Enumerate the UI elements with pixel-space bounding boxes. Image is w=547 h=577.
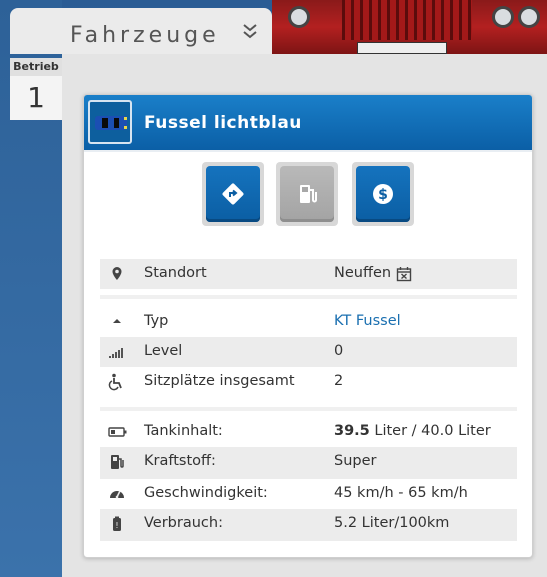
fuel-type-value: Super (334, 453, 377, 469)
fuel-type-label: Kraftstoff: (144, 453, 216, 469)
consumption-value: 5.2 Liter/100km (334, 515, 450, 531)
tank-current: 39.5 (334, 423, 370, 439)
type-row: Typ KT Fussel (100, 307, 517, 337)
fuel-can-icon: ! (108, 515, 126, 533)
divider (100, 407, 517, 411)
vehicle-name: Fussel lichtblau (144, 113, 302, 133)
section-title: Fahrzeuge (70, 23, 220, 48)
car-top-view-icon (88, 100, 132, 144)
seats-label: Sitzplätze insgesamt (144, 373, 295, 389)
speed-value: 45 km/h - 65 km/h (334, 485, 468, 501)
speed-row: Geschwindigkeit: 45 km/h - 65 km/h (100, 479, 517, 509)
level-label: Level (144, 343, 183, 359)
location-label: Standort (144, 265, 207, 281)
consumption-label: Verbrauch: (144, 515, 223, 531)
caret-up-icon (108, 313, 126, 331)
divider (100, 295, 517, 299)
speedometer-icon (108, 485, 126, 503)
location-row: Standort Neuffen (100, 259, 517, 289)
tank-value: 39.5 Liter / 40.0 Liter (334, 423, 491, 439)
svg-text:$: $ (378, 187, 388, 203)
sidebar-number[interactable]: 1 (10, 76, 62, 120)
route-button[interactable] (202, 162, 264, 226)
vehicle-photo (272, 0, 547, 54)
level-row: Level 0 (100, 337, 517, 367)
calendar-x-icon[interactable] (396, 266, 412, 286)
level-value: 0 (334, 343, 344, 359)
card-header: Fussel lichtblau (84, 95, 532, 152)
double-chevron-down-icon[interactable] (242, 22, 258, 45)
speed-label: Geschwindigkeit: (144, 485, 268, 501)
tank-label: Tankinhalt: (144, 423, 223, 439)
seats-value: 2 (334, 373, 344, 389)
fuel-type-row: Kraftstoff: Super (100, 447, 517, 479)
wheelchair-icon (108, 373, 126, 391)
location-value: Neuffen (334, 265, 392, 281)
type-label: Typ (144, 313, 169, 329)
vehicle-card: Fussel lichtblau $ Standort Neuffen Typ … (83, 94, 533, 558)
route-diamond-icon (222, 183, 244, 205)
money-button[interactable]: $ (352, 162, 414, 226)
type-link[interactable]: KT Fussel (334, 313, 401, 329)
seats-row: Sitzplätze insgesamt 2 (100, 367, 517, 399)
tank-row: Tankinhalt: 39.5 Liter / 40.0 Liter (100, 417, 517, 447)
signal-bars-icon (108, 343, 126, 361)
battery-icon (108, 423, 127, 441)
tank-rest: Liter / 40.0 Liter (369, 423, 491, 439)
map-pin-icon (108, 265, 126, 283)
sidebar-label: Betrieb (10, 58, 62, 76)
fuel-pump-small-icon (108, 453, 126, 471)
fuel-pump-icon (300, 185, 317, 203)
consumption-row: ! Verbrauch: 5.2 Liter/100km (100, 509, 517, 541)
section-tab[interactable]: Fahrzeuge (10, 8, 272, 54)
dollar-coin-icon: $ (373, 184, 393, 204)
svg-text:!: ! (115, 521, 118, 530)
fuel-button[interactable] (276, 162, 338, 226)
